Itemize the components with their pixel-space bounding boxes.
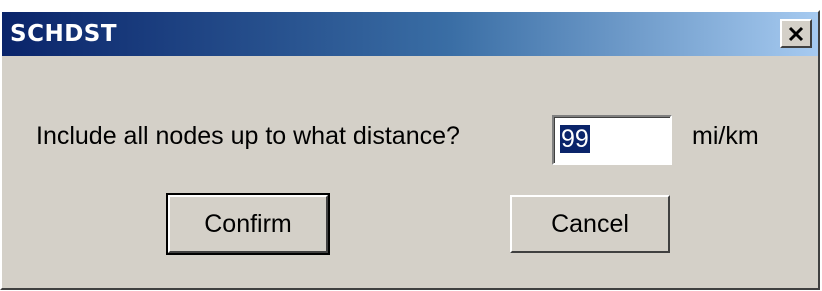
- unit-label: mi/km: [692, 122, 759, 150]
- title-bar[interactable]: SCHDST: [2, 12, 818, 56]
- distance-prompt-label: Include all nodes up to what distance?: [36, 122, 460, 150]
- close-x-icon: [788, 26, 804, 41]
- confirm-button-label: Confirm: [204, 209, 292, 238]
- confirm-button[interactable]: Confirm: [166, 193, 330, 255]
- distance-input[interactable]: 99: [552, 115, 672, 165]
- cancel-button-label: Cancel: [551, 209, 629, 238]
- close-button[interactable]: [780, 19, 812, 48]
- window-title: SCHDST: [10, 21, 118, 47]
- distance-value: 99: [560, 125, 590, 153]
- schdst-dialog: SCHDST Include all nodes up to what dist…: [0, 10, 820, 290]
- cancel-button[interactable]: Cancel: [510, 195, 670, 253]
